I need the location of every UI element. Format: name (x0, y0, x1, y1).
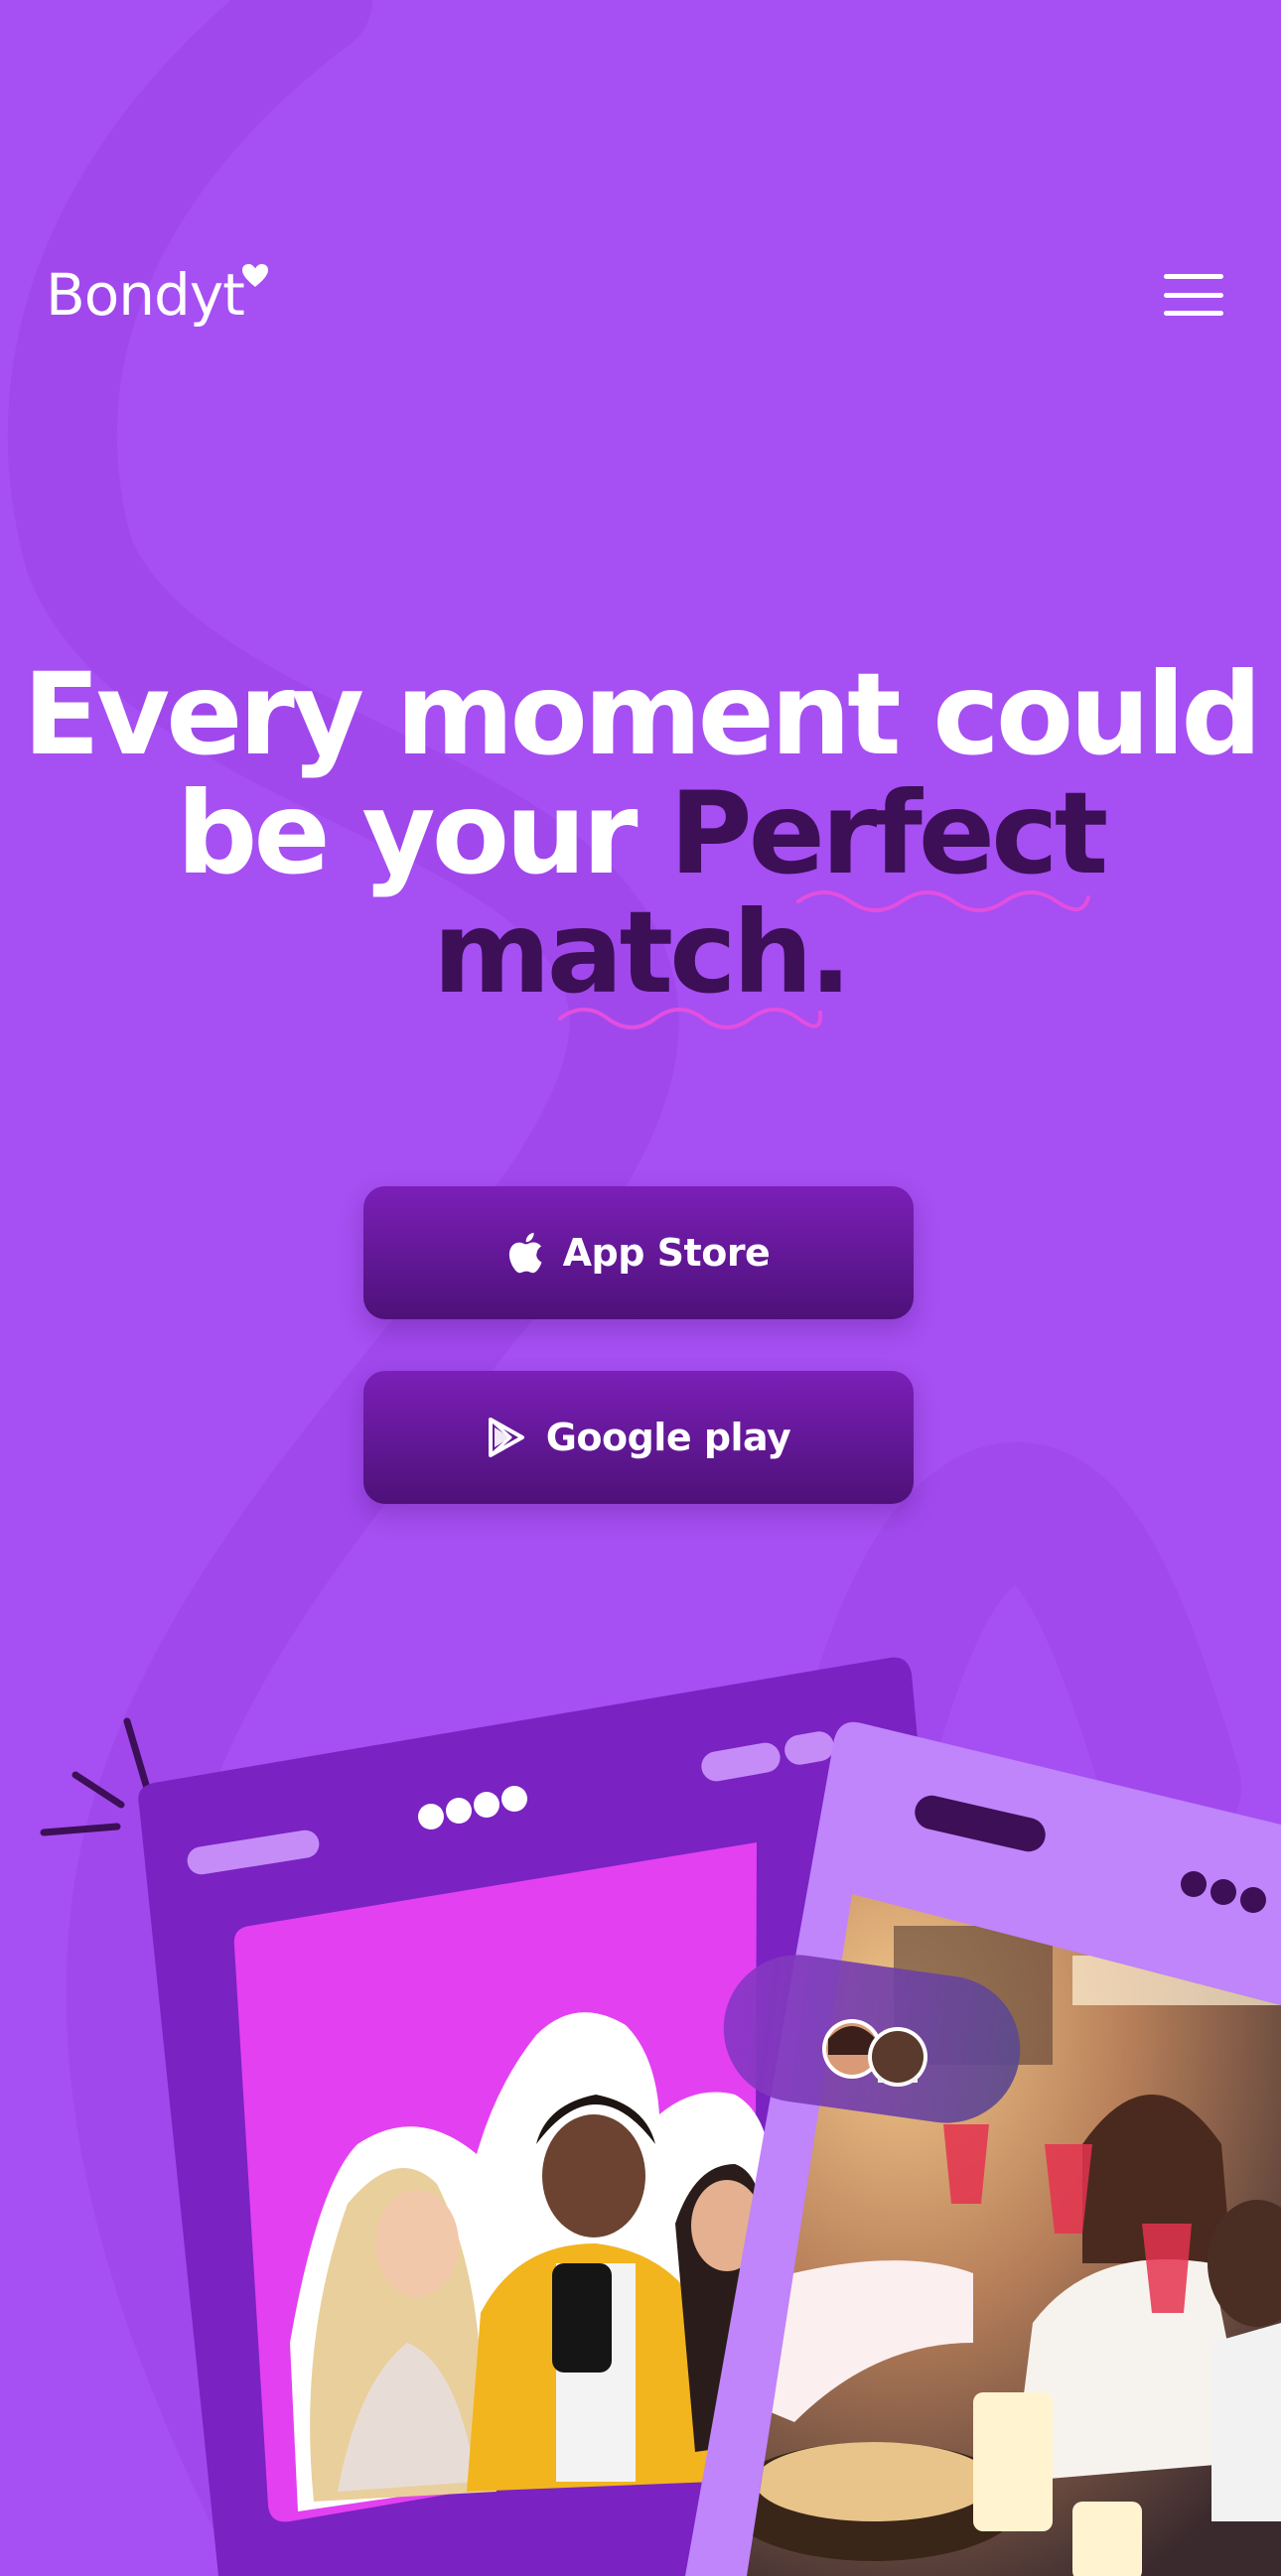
logo-text: Bondyt (46, 261, 245, 329)
hero-line-1: Every moment could (22, 648, 1262, 780)
underline-squiggle-perfect (796, 890, 1090, 912)
hero-headline: Every moment could be your Perfect match… (0, 655, 1281, 1013)
hero-line-2-plain: be your (176, 767, 670, 899)
app-store-label: App Store (562, 1231, 771, 1275)
brand-logo[interactable]: Bondyt (46, 260, 268, 330)
hero-accent-perfect: Perfect (669, 767, 1108, 899)
sparkle-lines (40, 1717, 153, 1836)
hero-illustration (40, 1657, 1281, 2576)
app-store-button[interactable]: App Store (363, 1186, 914, 1319)
google-play-button[interactable]: Google play (363, 1371, 914, 1504)
hero-line-2: be your Perfect (0, 774, 1281, 893)
google-play-label: Google play (545, 1416, 791, 1459)
apple-icon (508, 1232, 542, 1274)
play-store-icon (488, 1418, 524, 1457)
hamburger-menu-icon[interactable] (1164, 274, 1223, 316)
heart-icon (241, 264, 268, 287)
underline-squiggle-match (558, 1008, 823, 1029)
